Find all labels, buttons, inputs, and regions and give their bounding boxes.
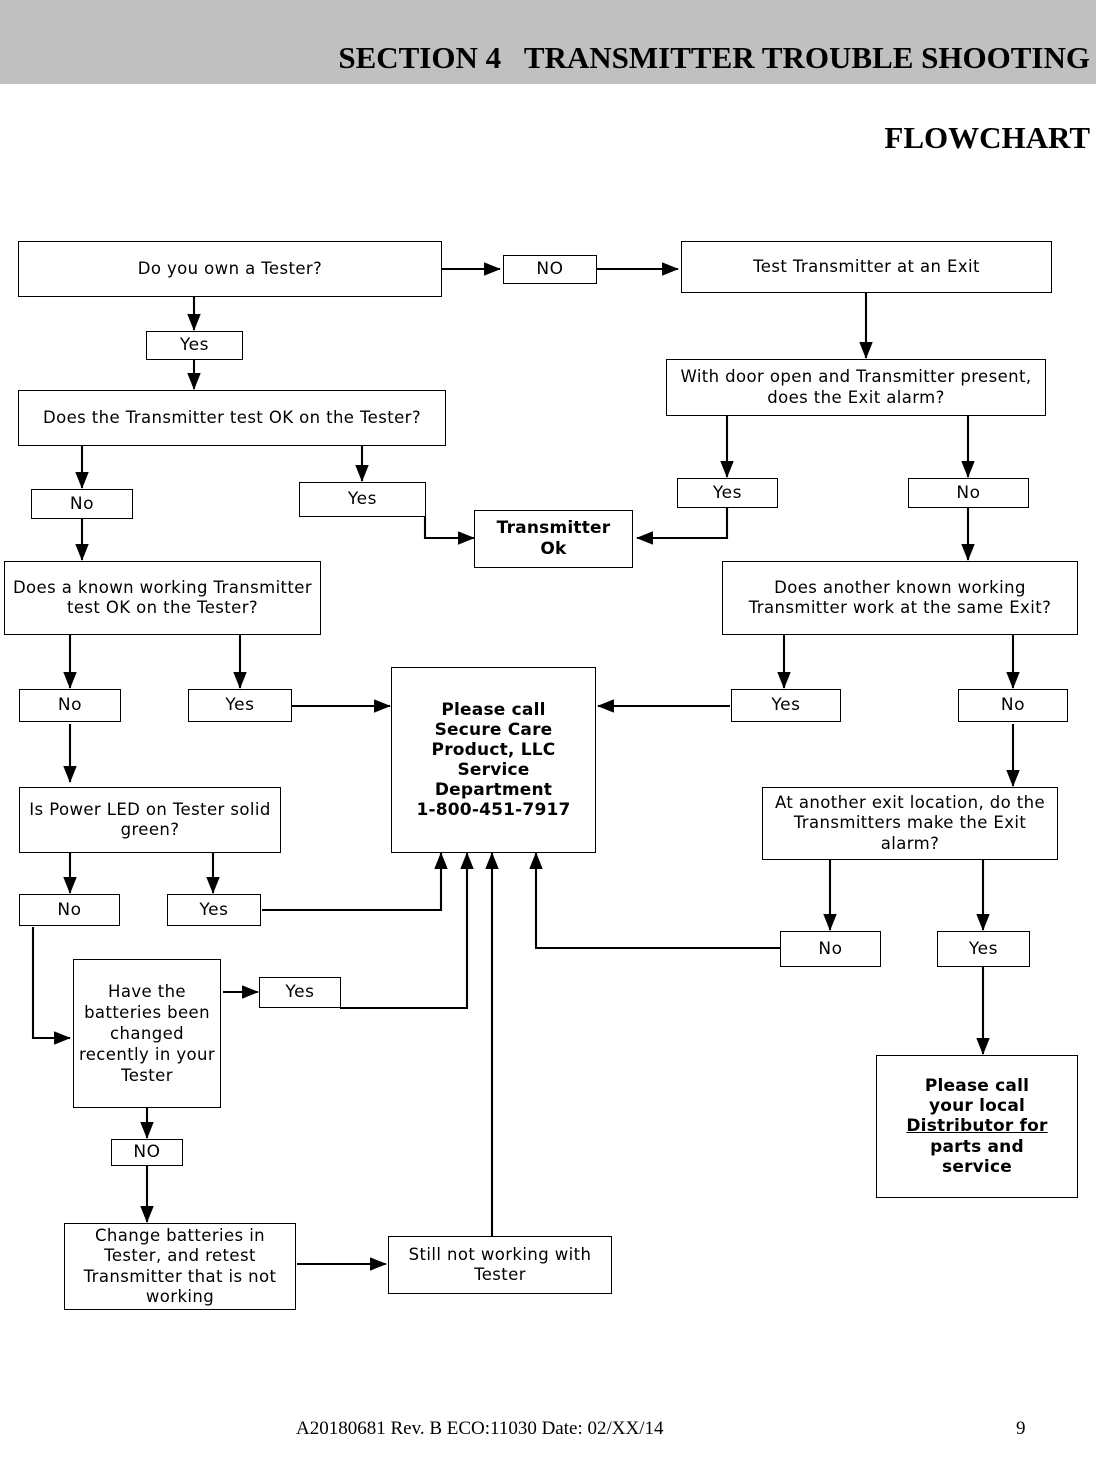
node-test-transmitter-at-exit[interactable]: Test Transmitter at an Exit [681, 241, 1052, 293]
label-yes-another-working[interactable]: Yes [731, 689, 841, 722]
label-no-known-working[interactable]: No [19, 689, 121, 722]
label-no-another-working[interactable]: No [958, 689, 1068, 722]
label-no-door-alarm[interactable]: No [908, 478, 1029, 508]
flowchart: Do you own a Tester? NO Test Transmitter… [0, 0, 1096, 1460]
node-does-transmitter-test-ok[interactable]: Does the Transmitter test OK on the Test… [18, 390, 446, 446]
label-yes-own-tester[interactable]: Yes [146, 331, 243, 360]
node-change-batteries-retest[interactable]: Change batteries in Tester, and retest T… [64, 1223, 296, 1310]
label-no-power-led[interactable]: No [19, 894, 120, 926]
label-yes-another-exit[interactable]: Yes [937, 931, 1030, 967]
node-another-known-working-exit[interactable]: Does another known working Transmitter w… [722, 561, 1078, 635]
node-another-exit-location-alarm[interactable]: At another exit location, do the Transmi… [762, 787, 1058, 860]
label-yes-power-led[interactable]: Yes [167, 894, 261, 926]
label-no-own-tester[interactable]: NO [503, 255, 597, 284]
secure-care-phone-number: 1-800-451-7917 [416, 800, 571, 821]
label-yes-door-alarm[interactable]: Yes [677, 478, 778, 508]
node-known-working-transmitter-tester[interactable]: Does a known working Transmitter test OK… [4, 561, 321, 635]
node-call-local-distributor[interactable]: Please call your local Distributor for p… [876, 1055, 1078, 1198]
distributor-underlined-text: Distributor [906, 1116, 1014, 1137]
label-no-batteries[interactable]: NO [111, 1139, 183, 1166]
node-is-power-led-green[interactable]: Is Power LED on Tester solid green? [19, 787, 281, 853]
node-call-secure-care[interactable]: Please call Secure Care Product, LLC Ser… [391, 667, 596, 853]
label-no-another-exit[interactable]: No [780, 931, 881, 967]
node-transmitter-ok[interactable]: Transmitter Ok [474, 510, 633, 568]
node-do-you-own-a-tester[interactable]: Do you own a Tester? [18, 241, 442, 297]
label-yes-batteries[interactable]: Yes [259, 977, 341, 1008]
label-no-test-ok[interactable]: No [31, 489, 133, 519]
label-yes-known-working[interactable]: Yes [188, 689, 292, 722]
node-batteries-changed-recently[interactable]: Have the batteries been changed recently… [73, 959, 221, 1108]
label-yes-test-ok[interactable]: Yes [299, 482, 426, 517]
node-still-not-working-with-tester[interactable]: Still not working with Tester [388, 1236, 612, 1294]
node-with-door-open-exit-alarm[interactable]: With door open and Transmitter present, … [666, 359, 1046, 416]
